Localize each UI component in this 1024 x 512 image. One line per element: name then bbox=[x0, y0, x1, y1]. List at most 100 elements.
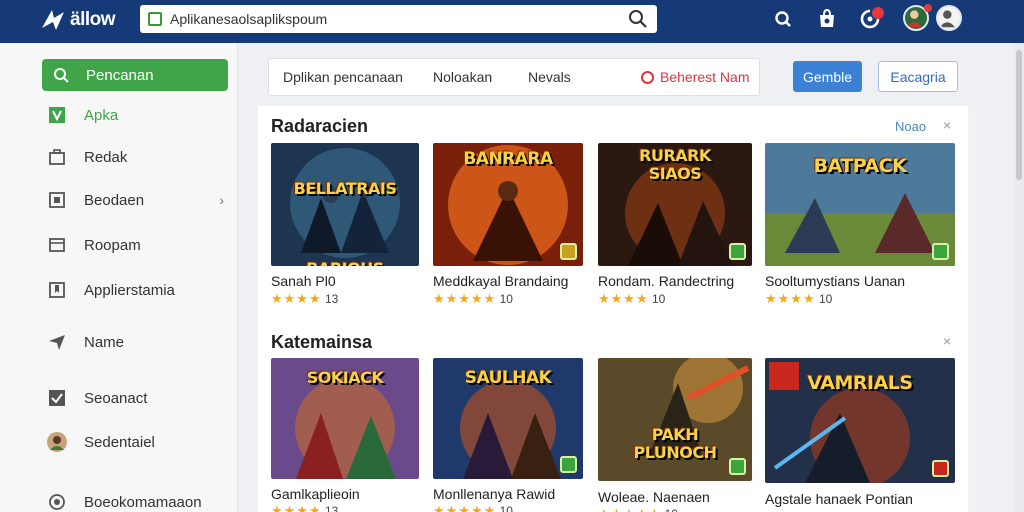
tab-recommend-label: Beherest Nam bbox=[660, 69, 750, 85]
game-cover-image: BANRARA bbox=[433, 143, 583, 266]
grid-icon bbox=[49, 192, 65, 208]
cover-title: SOKIACK bbox=[306, 368, 384, 387]
sidebar-item-seoanact[interactable]: Seoanact bbox=[42, 382, 228, 414]
game-cover-image: PAKH PLUNOCH bbox=[598, 358, 752, 481]
section-title: Katemainsa bbox=[271, 332, 373, 352]
tab-dplikan[interactable]: Dplikan pencanaan bbox=[283, 69, 403, 85]
badge-icon bbox=[932, 460, 949, 477]
sidebar-item-roopam[interactable]: Roopam bbox=[42, 229, 228, 261]
close-icon[interactable]: × bbox=[943, 117, 951, 133]
see-more-link[interactable]: Noao bbox=[895, 119, 926, 134]
app-rating: ★★★★ 10 bbox=[765, 291, 832, 307]
cover-title: BELLATRAIS BARIOUS bbox=[293, 179, 397, 266]
game-cover-image: BELLATRAIS BARIOUS bbox=[271, 143, 419, 266]
address-search-bar[interactable]: Aplikanesaolsaplikspoum bbox=[140, 5, 657, 33]
badge-icon bbox=[560, 243, 577, 260]
app-title: Meddkayal Brandaing bbox=[433, 273, 569, 289]
profile-icon bbox=[939, 10, 955, 28]
bookmark-icon bbox=[49, 282, 65, 298]
sidebar-item-applierstamia[interactable]: Applierstamia bbox=[42, 274, 228, 306]
sidebar-item-redak[interactable]: Redak bbox=[42, 141, 228, 173]
bag-icon[interactable] bbox=[816, 8, 838, 30]
app-rating: ★★★★★ 10 bbox=[433, 503, 513, 512]
user-avatar-image bbox=[906, 10, 922, 28]
game-cover-image: BATPACK bbox=[765, 143, 955, 266]
game-cover-image: SOKIACK bbox=[271, 358, 419, 479]
rating-stars-icon: ★★★★★ bbox=[433, 503, 497, 512]
search-icon[interactable] bbox=[627, 8, 649, 30]
game-cover-image: RURARK SIAOS bbox=[598, 143, 752, 266]
paper-plane-icon bbox=[49, 335, 65, 350]
profile-avatar[interactable] bbox=[936, 5, 962, 31]
rating-stars-icon: ★★★★★ bbox=[433, 291, 497, 306]
app-rating: ★★★★ 13 bbox=[271, 503, 338, 512]
secure-lock-icon bbox=[148, 12, 162, 26]
app-rating: ★★★★★ 10 bbox=[433, 291, 513, 307]
sidebar-item-label: Pencanan bbox=[86, 66, 154, 84]
avatar-icon bbox=[47, 432, 67, 452]
game-cover-image: SAULHAK bbox=[433, 358, 583, 479]
filter-tabs: Dplikan pencanaan Noloakan Nevals Behere… bbox=[268, 58, 760, 96]
badge-icon bbox=[560, 456, 577, 473]
app-logo[interactable]: ällow bbox=[40, 6, 116, 34]
notification-badge bbox=[872, 7, 884, 19]
app-title: Sanah Pl0 bbox=[271, 273, 336, 289]
badge-icon bbox=[729, 458, 746, 475]
search-input[interactable]: Aplikanesaolsaplikspoum bbox=[170, 11, 627, 27]
app-title: Woleae. Naenaen bbox=[598, 489, 710, 505]
sidebar-item-beodaen[interactable]: Beodaen › bbox=[42, 184, 228, 216]
primary-button[interactable]: Gemble bbox=[793, 61, 862, 92]
logo-text: ällow bbox=[70, 9, 116, 30]
status-dot bbox=[924, 4, 932, 12]
app-rating: ★★★★★ 10 bbox=[598, 506, 678, 512]
search-icon[interactable] bbox=[772, 8, 794, 30]
rating-count: 10 bbox=[651, 292, 666, 306]
cover-title: BATPACK bbox=[813, 155, 907, 177]
sidebar-item-search[interactable]: Pencanan bbox=[42, 59, 228, 91]
window-icon bbox=[49, 238, 65, 252]
app-title: Rondam. Randectring bbox=[598, 273, 735, 289]
chevron-right-icon: › bbox=[219, 192, 224, 208]
cover-title: VAMRIALS bbox=[807, 372, 913, 394]
rating-count: 10 bbox=[499, 292, 513, 306]
sidebar-item-label: Beodaen bbox=[84, 191, 145, 209]
rating-stars-icon: ★★★★ bbox=[271, 503, 322, 512]
sidebar-item-label: Applierstamia bbox=[84, 281, 175, 299]
section-title: Radaracien bbox=[271, 116, 369, 136]
sidebar-item-apps[interactable]: Apka bbox=[42, 99, 228, 131]
search-icon bbox=[54, 68, 69, 83]
sidebar-item-label: Name bbox=[84, 333, 125, 351]
secondary-button[interactable]: Eacagria bbox=[878, 61, 958, 92]
tab-recommend[interactable]: Beherest Nam bbox=[641, 69, 749, 85]
sidebar-item-boeokomamaaon[interactable]: Boeokomamaaon bbox=[42, 486, 228, 512]
app-title: Agstale hanaek Pontian bbox=[765, 491, 913, 507]
briefcase-icon bbox=[49, 149, 65, 165]
scrollbar-thumb[interactable] bbox=[1016, 50, 1022, 180]
rating-count: 10 bbox=[818, 292, 833, 306]
tab-nevals[interactable]: Nevals bbox=[528, 69, 571, 85]
close-icon[interactable]: × bbox=[943, 333, 951, 349]
sidebar-item-name[interactable]: Name bbox=[42, 326, 228, 358]
app-rating: ★★★★ 13 bbox=[271, 291, 338, 307]
tab-noloakan[interactable]: Noloakan bbox=[433, 69, 492, 85]
rating-stars-icon: ★★★★ bbox=[765, 291, 816, 306]
cover-title: PAKH PLUNOCH bbox=[633, 425, 717, 462]
game-cover-image: VAMRIALS bbox=[765, 358, 955, 483]
cover-title: RURARK SIAOS bbox=[639, 146, 711, 183]
rating-stars-icon: ★★★★★ bbox=[598, 506, 661, 512]
rating-count: 13 bbox=[324, 504, 339, 512]
rating-stars-icon: ★★★★ bbox=[598, 291, 649, 306]
sidebar-item-label: Sedentaiel bbox=[84, 433, 155, 451]
app-title: Sooltumystians Uanan bbox=[765, 273, 906, 289]
sidebar-item-label: Redak bbox=[84, 148, 128, 166]
app-icon bbox=[49, 107, 65, 123]
logo-icon bbox=[42, 10, 64, 30]
app-rating: ★★★★ 10 bbox=[598, 291, 665, 307]
sidebar-item-label: Seoanact bbox=[84, 389, 148, 407]
sidebar-item-label: Boeokomamaaon bbox=[84, 493, 202, 511]
rating-stars-icon: ★★★★ bbox=[271, 291, 322, 306]
recommend-icon bbox=[641, 71, 654, 84]
sidebar-item-label: Roopam bbox=[84, 236, 141, 254]
sidebar-item-sedentaiel[interactable]: Sedentaiel bbox=[42, 426, 228, 458]
settings-icon bbox=[49, 494, 65, 510]
